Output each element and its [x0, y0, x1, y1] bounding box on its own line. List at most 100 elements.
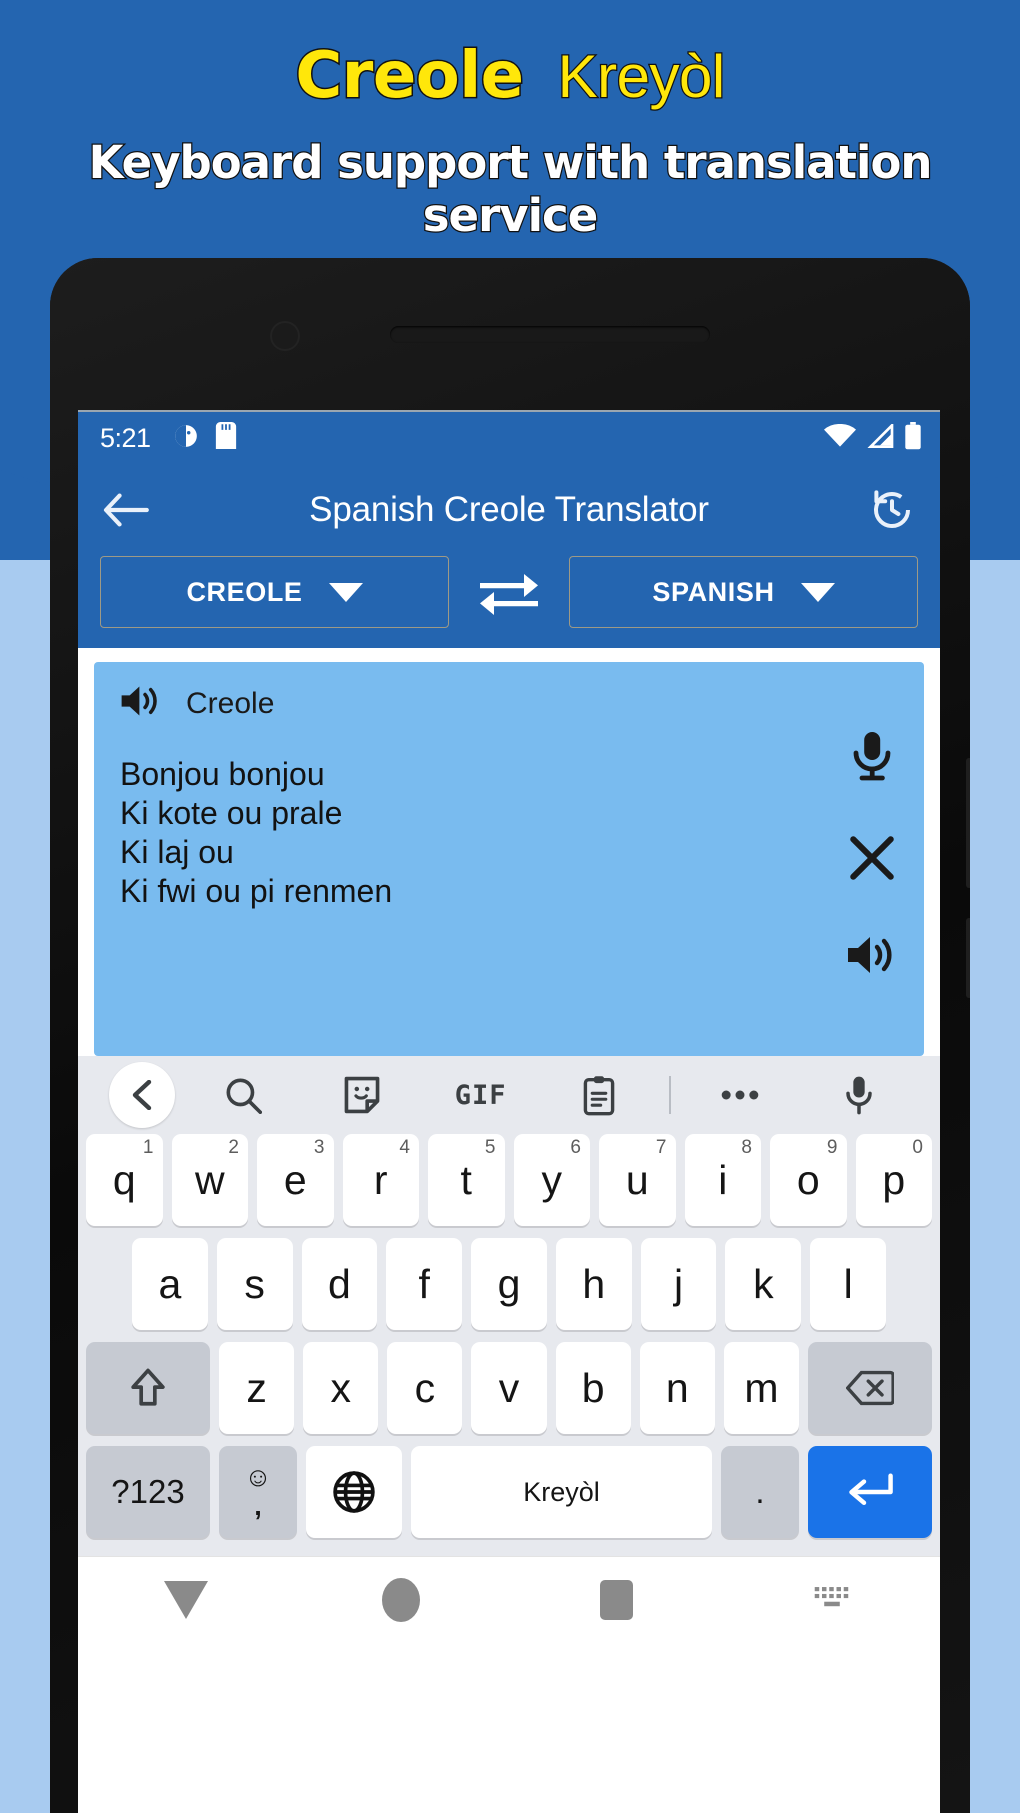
key-a[interactable]: a — [131, 1238, 208, 1330]
key-sup: 0 — [912, 1137, 923, 1158]
key-sup: 9 — [826, 1137, 838, 1158]
key-o[interactable]: 9o — [770, 1134, 847, 1226]
key-i[interactable]: 8i — [684, 1134, 761, 1226]
key-label: j — [674, 1260, 684, 1307]
key-label: t — [460, 1156, 472, 1203]
nav-home-button[interactable] — [321, 1577, 481, 1622]
key-sup: 5 — [484, 1137, 496, 1158]
key-label: p — [882, 1156, 906, 1203]
keyboard-more-button[interactable] — [681, 1088, 800, 1102]
enter-key[interactable] — [808, 1446, 932, 1538]
key-label: b — [581, 1364, 605, 1411]
key-h[interactable]: h — [555, 1238, 632, 1330]
key-label: l — [843, 1260, 853, 1307]
keyboard-row-2: a s d f g h j k l — [78, 1238, 940, 1342]
key-g[interactable]: g — [471, 1238, 547, 1330]
source-text[interactable]: Bonjou bonjou Ki kote ou prale Ki laj ou… — [120, 755, 740, 911]
symbols-key[interactable]: ?123 — [86, 1446, 210, 1538]
key-label: m — [744, 1364, 779, 1411]
history-button[interactable] — [868, 486, 916, 534]
shift-icon — [131, 1368, 165, 1406]
key-label: a — [158, 1260, 182, 1307]
key-l[interactable]: l — [810, 1238, 887, 1330]
volume-button[interactable] — [966, 758, 970, 888]
key-y[interactable]: 6y — [513, 1134, 590, 1226]
emoji-comma-key[interactable]: ☺ , — [219, 1446, 297, 1538]
key-w[interactable]: 2w — [171, 1134, 248, 1226]
keyboard-gif-button[interactable]: GIF — [421, 1080, 540, 1111]
keyboard-sticker-button[interactable] — [303, 1075, 422, 1115]
keyboard-search-button[interactable] — [184, 1076, 303, 1114]
back-button[interactable] — [102, 490, 150, 530]
keyboard-row-4: ?123 ☺ , Kreyòl . — [78, 1446, 940, 1550]
system-navigation-bar — [78, 1556, 940, 1642]
keyboard-row-1: 1q 2w 3e 4r 5t 6y 7u 8i 9o 0p — [78, 1134, 940, 1238]
chevron-left-pill — [109, 1062, 175, 1128]
source-language-label: CREOLE — [186, 576, 303, 607]
key-k[interactable]: k — [725, 1238, 802, 1330]
keyboard-voice-button[interactable] — [799, 1075, 918, 1115]
key-d[interactable]: d — [301, 1238, 378, 1330]
mic-icon[interactable] — [849, 730, 895, 787]
power-button[interactable] — [966, 918, 970, 998]
key-p[interactable]: 0p — [855, 1134, 932, 1226]
status-right-icons — [824, 421, 922, 455]
key-r[interactable]: 4r — [342, 1134, 419, 1226]
source-text-card[interactable]: Creole Bonjou bonjou Ki kote ou prale Ki… — [94, 662, 924, 1056]
key-c[interactable]: c — [387, 1342, 463, 1434]
key-t[interactable]: 5t — [428, 1134, 505, 1226]
backspace-key[interactable] — [807, 1342, 932, 1434]
key-n[interactable]: n — [639, 1342, 715, 1434]
nav-back-button[interactable] — [106, 1580, 266, 1619]
key-label: y — [541, 1156, 563, 1203]
key-sup: 7 — [655, 1137, 667, 1158]
key-sup: 8 — [741, 1137, 752, 1158]
key-v[interactable]: v — [471, 1342, 547, 1434]
status-left-icons — [173, 422, 237, 454]
key-m[interactable]: m — [723, 1342, 799, 1434]
app-title: Spanish Creole Translator — [309, 490, 709, 529]
status-time: 5:21 — [100, 422, 151, 453]
cell-signal-icon — [866, 421, 894, 453]
comma-label: , — [254, 1491, 262, 1521]
gif-icon: GIF — [454, 1079, 507, 1111]
key-u[interactable]: 7u — [599, 1134, 676, 1226]
more-options-icon — [721, 1090, 759, 1100]
sd-card-icon — [215, 422, 237, 454]
target-language-select[interactable]: SPANISH — [569, 556, 918, 628]
nav-keyboard-button[interactable] — [752, 1585, 912, 1615]
volume-up-icon[interactable] — [120, 684, 162, 723]
clipboard-icon — [584, 1076, 615, 1116]
key-label: i — [718, 1156, 728, 1203]
source-card-header: Creole — [120, 684, 898, 723]
keyboard-expand-button[interactable] — [100, 1062, 184, 1128]
space-key[interactable]: Kreyòl — [411, 1446, 712, 1538]
phone-device: 5:21 Spanish Creole Translator CREOLE SP… — [50, 258, 970, 1813]
key-b[interactable]: b — [555, 1342, 631, 1434]
key-label: v — [498, 1364, 520, 1411]
enter-icon — [849, 1473, 893, 1506]
key-label: g — [497, 1260, 521, 1307]
key-z[interactable]: z — [219, 1342, 295, 1434]
key-q[interactable]: 1q — [86, 1134, 163, 1226]
key-s[interactable]: s — [216, 1238, 293, 1330]
nav-recents-button[interactable] — [537, 1579, 697, 1620]
key-e[interactable]: 3e — [257, 1134, 334, 1226]
key-j[interactable]: j — [640, 1238, 717, 1330]
language-switch-key[interactable] — [306, 1446, 402, 1538]
key-label: n — [665, 1364, 689, 1411]
volume-up-icon[interactable] — [846, 934, 898, 981]
key-f[interactable]: f — [386, 1238, 463, 1330]
source-language-select[interactable]: CREOLE — [100, 556, 449, 628]
nav-back-icon — [163, 1580, 208, 1619]
keyboard-clipboard-button[interactable] — [540, 1074, 659, 1116]
period-key[interactable]: . — [721, 1446, 799, 1538]
search-icon — [226, 1078, 263, 1114]
shift-key[interactable] — [86, 1342, 210, 1434]
key-label: x — [330, 1364, 351, 1411]
swap-languages-button[interactable] — [449, 569, 569, 615]
key-x[interactable]: x — [303, 1342, 379, 1434]
close-icon[interactable] — [847, 833, 897, 888]
key-label: c — [414, 1364, 436, 1411]
emoji-icon: ☺ — [244, 1462, 272, 1492]
